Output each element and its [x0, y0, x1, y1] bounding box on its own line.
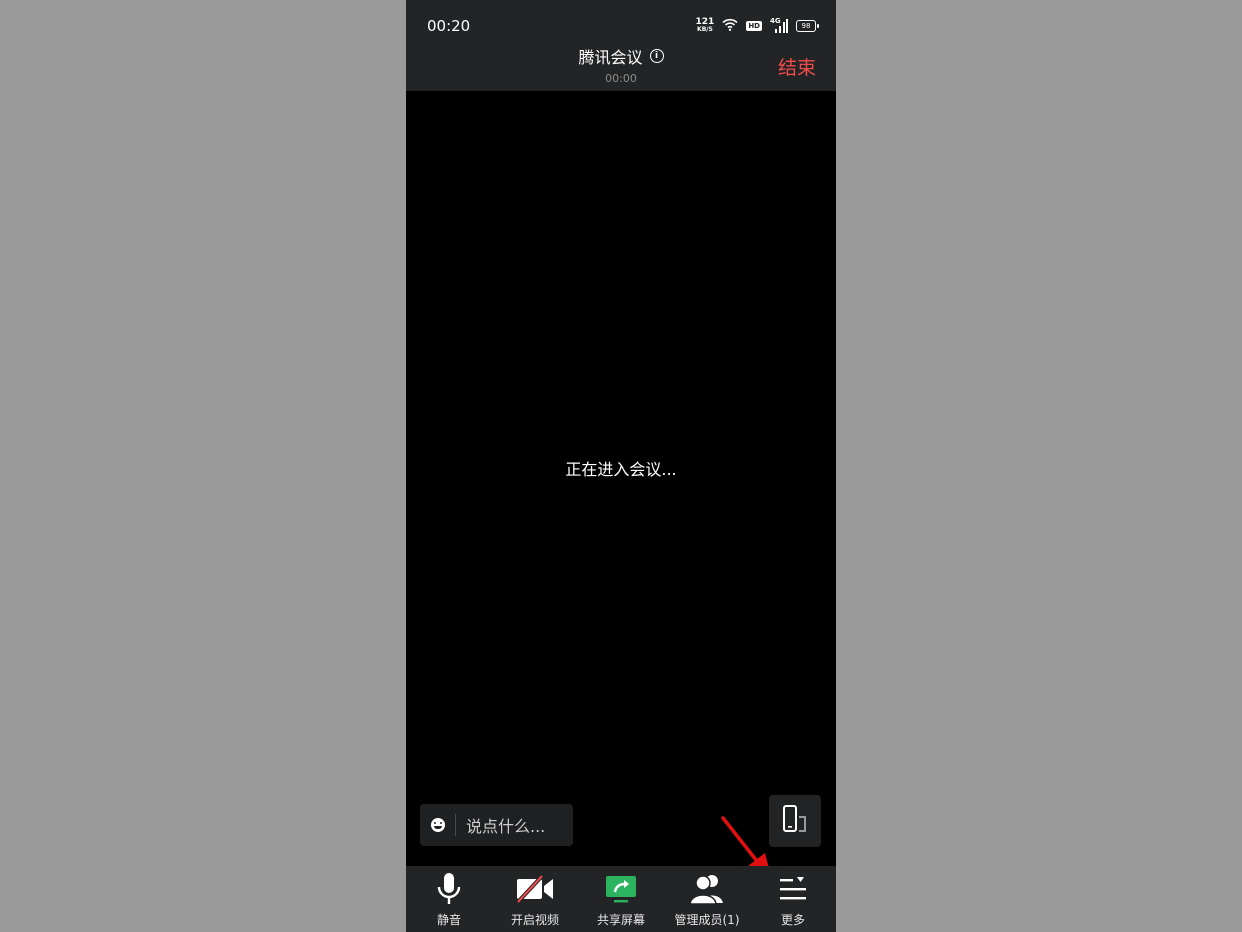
signal-icon: 4G [770, 17, 788, 33]
joining-status: 正在进入会议... [565, 460, 677, 479]
more-button[interactable]: 更多 [750, 866, 836, 932]
chat-input[interactable]: 说点什么... [420, 804, 573, 846]
share-screen-label: 共享屏幕 [596, 913, 645, 927]
network-speed: 121 KB/S [695, 16, 715, 34]
screen-layout-button[interactable] [769, 795, 821, 847]
mute-button[interactable]: 静音 [406, 866, 492, 932]
chat-divider [455, 814, 456, 836]
share-screen-button[interactable]: 共享屏幕 [578, 866, 664, 932]
emoji-icon[interactable] [431, 818, 445, 832]
mute-label: 静音 [436, 913, 461, 927]
manage-members-button[interactable]: 管理成员(1) [664, 866, 750, 932]
network-speed-unit: KB/S [697, 25, 713, 33]
more-label: 更多 [780, 913, 805, 927]
share-screen-icon [605, 871, 637, 907]
network-speed-value: 121 [695, 16, 715, 27]
members-icon [689, 871, 725, 907]
status-time: 00:20 [427, 17, 471, 35]
top-bar: 00:20 121 KB/S HD 4G 98 腾讯会议 i 00:00 结束 [406, 0, 836, 91]
wifi-icon [722, 16, 738, 35]
phone-rotate-icon [780, 804, 810, 838]
microphone-icon [436, 871, 462, 907]
chat-placeholder: 说点什么... [466, 817, 546, 836]
phone-screen: 00:20 121 KB/S HD 4G 98 腾讯会议 i 00:00 结束 … [406, 0, 836, 932]
status-icons: 121 KB/S HD 4G 98 [695, 16, 819, 35]
info-icon[interactable]: i [649, 49, 664, 63]
battery-icon: 98 [796, 19, 819, 32]
start-video-label: 开启视频 [510, 913, 559, 927]
meeting-timer: 00:00 [605, 72, 637, 85]
more-menu-icon [778, 871, 808, 907]
video-off-icon [515, 871, 555, 907]
manage-members-label: 管理成员(1) [674, 913, 740, 927]
meeting-title-line[interactable]: 腾讯会议 i [578, 44, 664, 68]
bottom-toolbar: 静音 开启视频 共享屏幕 管理成员(1) 更多 [406, 866, 836, 932]
hd-badge: HD [746, 20, 762, 31]
start-video-button[interactable]: 开启视频 [492, 866, 578, 932]
end-meeting-button[interactable]: 结束 [778, 53, 816, 80]
meeting-title: 腾讯会议 [578, 48, 643, 67]
meeting-title-block: 腾讯会议 i 00:00 [406, 44, 836, 85]
